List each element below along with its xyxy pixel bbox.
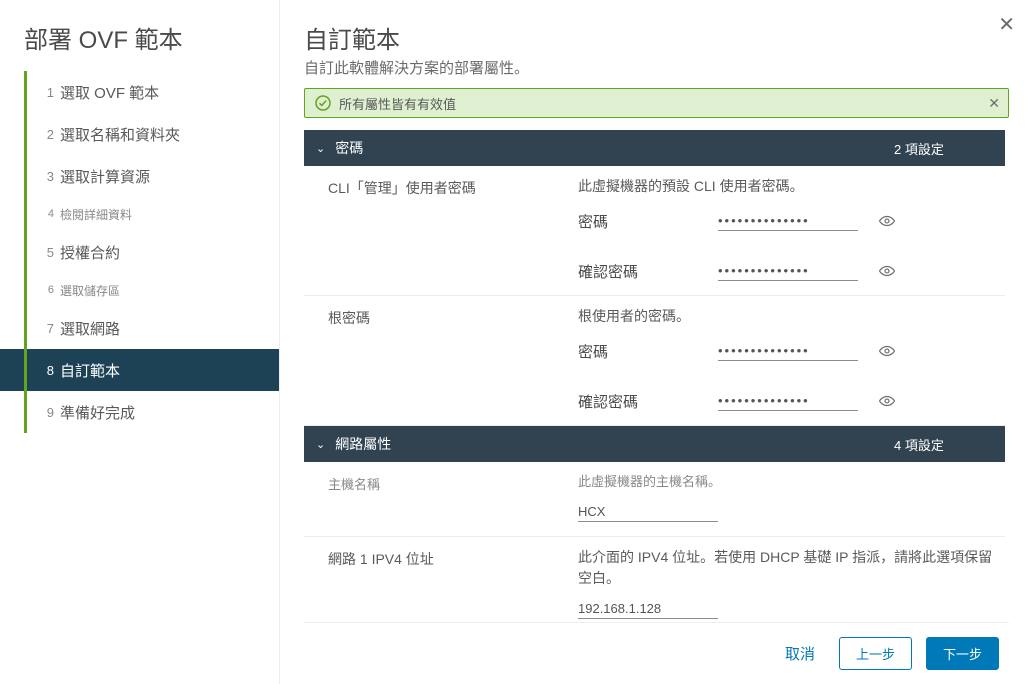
step-license[interactable]: 5 授權合約 [0, 231, 279, 273]
step-review-details[interactable]: 4 檢閱詳細資料 [0, 197, 279, 231]
section-network-title: 網路屬性 [335, 434, 391, 454]
row-ipv4: 網路 1 IPV4 位址 此介面的 IPV4 位址。若使用 DHCP 基礎 IP… [304, 537, 1005, 623]
wizard-sidebar: 部署 OVF 範本 1 選取 OVF 範本 2 選取名稱和資料夾 3 選取計算資… [0, 0, 280, 684]
alert-text: 所有屬性皆有有效值 [339, 94, 456, 113]
row-cli-admin-password: CLI「管理」使用者密碼 此虛擬機器的預設 CLI 使用者密碼。 密碼 確認密碼 [304, 166, 1005, 296]
root-confirm-input[interactable] [718, 391, 858, 411]
step-storage[interactable]: 6 選取儲存區 [0, 273, 279, 307]
step-compute[interactable]: 3 選取計算資源 [0, 155, 279, 197]
eye-icon[interactable] [878, 342, 896, 360]
chevron-down-icon: ⌄ [316, 438, 325, 451]
eye-icon[interactable] [878, 212, 896, 230]
ipv4-label: 網路 1 IPV4 位址 [328, 547, 578, 623]
section-password-header[interactable]: ⌄ 密碼 2 項設定 [304, 130, 1005, 166]
section-network-header[interactable]: ⌄ 網路屬性 4 項設定 [304, 426, 1005, 462]
hostname-label: 主機名稱 [328, 472, 578, 526]
row-hostname: 主機名稱 此虛擬機器的主機名稱。 [304, 462, 1005, 537]
page-title: 自訂範本 [304, 20, 1009, 55]
cli-admin-password-input[interactable] [718, 211, 858, 231]
hostname-input[interactable] [578, 502, 718, 522]
password-label: 密碼 [578, 341, 718, 362]
check-circle-icon [315, 95, 331, 111]
cli-admin-confirm-input[interactable] [718, 261, 858, 281]
cancel-button[interactable]: 取消 [775, 637, 825, 670]
chevron-down-icon: ⌄ [316, 142, 325, 155]
eye-icon[interactable] [878, 262, 896, 280]
footer: 取消 上一步 下一步 [304, 622, 1009, 684]
close-icon[interactable]: ✕ [998, 12, 1015, 37]
page-subtitle: 自訂此軟體解決方案的部署屬性。 [304, 57, 1009, 78]
root-label: 根密碼 [328, 306, 578, 415]
password-label: 密碼 [578, 211, 718, 232]
section-network-count: 4 項設定 [894, 435, 944, 454]
step-customize[interactable]: 8 自訂範本 [0, 349, 279, 391]
section-password-title: 密碼 [335, 138, 363, 158]
validation-alert: 所有屬性皆有有效值 ✕ [304, 88, 1009, 118]
step-ready[interactable]: 9 準備好完成 [0, 391, 279, 433]
ipv4-input[interactable] [578, 599, 718, 619]
confirm-password-label: 確認密碼 [578, 261, 718, 282]
section-password-count: 2 項設定 [894, 139, 944, 158]
wizard-title: 部署 OVF 範本 [0, 20, 279, 71]
back-button[interactable]: 上一步 [839, 637, 912, 670]
cli-admin-desc: 此虛擬機器的預設 CLI 使用者密碼。 [578, 176, 993, 197]
cli-admin-label: CLI「管理」使用者密碼 [328, 176, 578, 285]
row-root-password: 根密碼 根使用者的密碼。 密碼 確認密碼 [304, 296, 1005, 426]
hostname-desc: 此虛擬機器的主機名稱。 [578, 472, 993, 492]
wizard-steps: 1 選取 OVF 範本 2 選取名稱和資料夾 3 選取計算資源 4 檢閱詳細資料… [0, 71, 279, 433]
ipv4-desc: 此介面的 IPV4 位址。若使用 DHCP 基礎 IP 指派，請將此選項保留空白… [578, 547, 993, 589]
root-desc: 根使用者的密碼。 [578, 306, 993, 327]
step-network[interactable]: 7 選取網路 [0, 307, 279, 349]
confirm-password-label: 確認密碼 [578, 391, 718, 412]
eye-icon[interactable] [878, 392, 896, 410]
root-password-input[interactable] [718, 341, 858, 361]
next-button[interactable]: 下一步 [926, 637, 999, 670]
step-name-folder[interactable]: 2 選取名稱和資料夾 [0, 113, 279, 155]
form-area[interactable]: ⌄ 密碼 2 項設定 CLI「管理」使用者密碼 此虛擬機器的預設 CLI 使用者… [304, 130, 1009, 622]
alert-close-icon[interactable]: ✕ [988, 95, 1000, 112]
step-select-ovf[interactable]: 1 選取 OVF 範本 [0, 71, 279, 113]
